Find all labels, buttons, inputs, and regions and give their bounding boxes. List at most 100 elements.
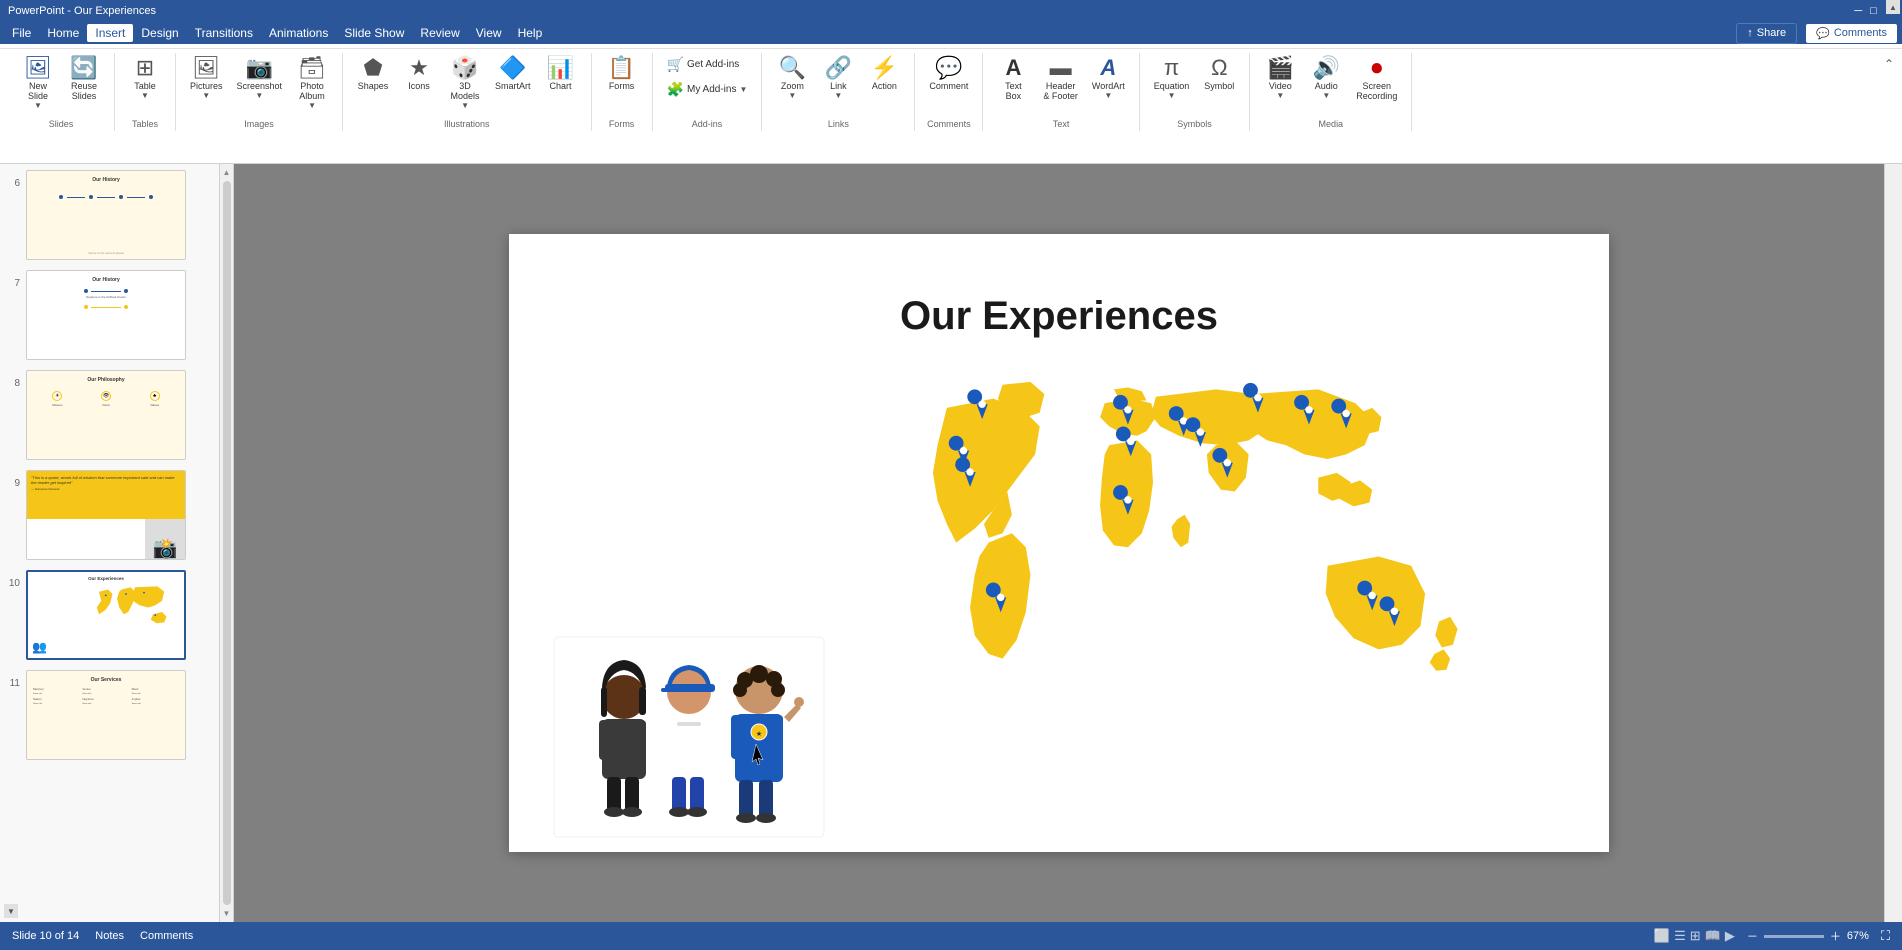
scroll-down-button[interactable]: ▼ bbox=[4, 904, 18, 918]
photo-album-dropdown[interactable]: ▼ bbox=[308, 101, 316, 110]
link-button[interactable]: 🔗 Link ▼ bbox=[816, 53, 860, 104]
text-box-button[interactable]: A TextBox bbox=[991, 53, 1035, 105]
ribbon-collapse[interactable]: ⌃ bbox=[1884, 53, 1894, 71]
forms-group-label: Forms bbox=[609, 119, 635, 129]
screenshot-button[interactable]: 📷 Screenshot ▼ bbox=[231, 53, 289, 104]
my-addins-dropdown[interactable]: ▼ bbox=[739, 85, 747, 94]
shapes-button[interactable]: ⬟ Shapes bbox=[351, 53, 395, 95]
tables-group-label: Tables bbox=[132, 119, 158, 129]
zoom-button[interactable]: 🔍 Zoom ▼ bbox=[770, 53, 814, 104]
audio-button[interactable]: 🔊 Audio ▼ bbox=[1304, 53, 1348, 104]
table-button[interactable]: ⊞ Table ▼ bbox=[123, 53, 167, 104]
slide-thumb-6[interactable]: 6 Our History Venus is the second planet bbox=[4, 168, 215, 262]
my-addins-button[interactable]: 🧩 My Add-ins ▼ bbox=[661, 78, 754, 101]
ribbon-group-illustrations: ⬟ Shapes ★ Icons 🎲 3DModels ▼ 🔷 SmartArt bbox=[343, 53, 592, 131]
slide-thumb-9[interactable]: 9 "This is a quote, words full of wisdom… bbox=[4, 468, 215, 562]
slide-panel-scrollbar[interactable]: ▲ ▼ bbox=[220, 164, 234, 922]
pictures-dropdown[interactable]: ▼ bbox=[202, 91, 210, 100]
slide-8-thumbnail: Our Philosophy ☀ Mission 👁 Vision ♣ Val bbox=[26, 370, 186, 460]
slide-title: Our Experiences bbox=[509, 294, 1609, 339]
notes-button[interactable]: Notes bbox=[95, 930, 124, 942]
3d-models-dropdown[interactable]: ▼ bbox=[461, 101, 469, 110]
comments-status-button[interactable]: Comments bbox=[140, 930, 193, 942]
action-icon: ⚡ bbox=[871, 57, 898, 79]
new-slide-dropdown[interactable]: ▼ bbox=[34, 101, 42, 110]
menu-slideshow[interactable]: Slide Show bbox=[336, 24, 412, 42]
zoom-controls: － ＋ 67% bbox=[1747, 928, 1869, 944]
photo-album-button[interactable]: 🗃 PhotoAlbum ▼ bbox=[290, 53, 334, 114]
get-addins-icon: 🛒 bbox=[667, 56, 684, 73]
reading-view-button[interactable]: 📖 bbox=[1705, 928, 1721, 944]
symbol-icon: Ω bbox=[1211, 57, 1227, 79]
menu-transitions[interactable]: Transitions bbox=[187, 24, 261, 42]
comments-group-label: Comments bbox=[927, 119, 971, 129]
zoom-in-button[interactable]: ＋ bbox=[1830, 928, 1841, 944]
wordart-button[interactable]: A WordArt ▼ bbox=[1086, 53, 1131, 104]
fit-to-window-button[interactable]: ⛶ bbox=[1881, 928, 1890, 944]
reuse-slides-button[interactable]: 🔄 ReuseSlides bbox=[62, 53, 106, 105]
link-dropdown[interactable]: ▼ bbox=[834, 91, 842, 100]
slide-show-button[interactable]: ▶ bbox=[1725, 928, 1735, 944]
zoom-dropdown[interactable]: ▼ bbox=[788, 91, 796, 100]
comments-button[interactable]: 💬 Comments bbox=[1805, 23, 1898, 44]
minimize-btn[interactable]: ─ bbox=[1854, 5, 1862, 18]
screen-recording-button[interactable]: ⏺ ScreenRecording bbox=[1350, 53, 1403, 105]
audio-dropdown[interactable]: ▼ bbox=[1322, 91, 1330, 100]
menu-file[interactable]: File bbox=[4, 24, 39, 42]
equation-button[interactable]: π Equation ▼ bbox=[1148, 53, 1196, 104]
menu-bar: File Home Insert Design Transitions Anim… bbox=[0, 22, 1902, 44]
menu-animations[interactable]: Animations bbox=[261, 24, 336, 42]
screenshot-dropdown[interactable]: ▼ bbox=[255, 91, 263, 100]
ribbon-content: 🖼 NewSlide ▼ 🔄 ReuseSlides Slides ⊞ Tabl… bbox=[0, 48, 1902, 135]
zoom-slider[interactable] bbox=[1764, 935, 1824, 938]
new-slide-button[interactable]: 🖼 NewSlide ▼ bbox=[16, 53, 60, 114]
slide-thumb-8[interactable]: 8 Our Philosophy ☀ Mission 👁 Vision bbox=[4, 368, 215, 462]
wordart-dropdown[interactable]: ▼ bbox=[1104, 91, 1112, 100]
slide-thumb-7[interactable]: 7 Our History Neptune is the farthest kn… bbox=[4, 268, 215, 362]
audio-icon: 🔊 bbox=[1313, 57, 1340, 79]
ribbon-group-images: 🖼 Pictures ▼ 📷 Screenshot ▼ 🗃 PhotoAlbum… bbox=[176, 53, 343, 131]
slide-thumb-11[interactable]: 11 Our Services MercurySome info VenusSo… bbox=[4, 668, 215, 762]
illustrations-group-label: Illustrations bbox=[444, 119, 490, 129]
menu-home[interactable]: Home bbox=[39, 24, 87, 42]
menu-help[interactable]: Help bbox=[510, 24, 551, 42]
normal-view-button[interactable]: ⬜ bbox=[1654, 928, 1670, 944]
action-button[interactable]: ⚡ Action bbox=[862, 53, 906, 95]
status-right: ⬜ ☰ ⊞ 📖 ▶ － ＋ 67% ⛶ bbox=[1654, 928, 1890, 944]
pictures-button[interactable]: 🖼 Pictures ▼ bbox=[184, 53, 229, 104]
menu-review[interactable]: Review bbox=[412, 24, 467, 42]
share-icon: ↑ bbox=[1747, 27, 1753, 39]
chart-button[interactable]: 📊 Chart bbox=[539, 53, 583, 95]
screen-recording-icon: ⏺ bbox=[1371, 57, 1382, 79]
3d-models-button[interactable]: 🎲 3DModels ▼ bbox=[443, 53, 487, 114]
slide-7-thumbnail: Our History Neptune is the farthest know… bbox=[26, 270, 186, 360]
ribbon-group-addins: 🛒 Get Add-ins 🧩 My Add-ins ▼ Add-ins bbox=[653, 53, 763, 131]
smartart-button[interactable]: 🔷 SmartArt bbox=[489, 53, 537, 95]
get-addins-button[interactable]: 🛒 Get Add-ins bbox=[661, 53, 746, 76]
equation-dropdown[interactable]: ▼ bbox=[1168, 91, 1176, 100]
video-dropdown[interactable]: ▼ bbox=[1276, 91, 1284, 100]
video-button[interactable]: 🎬 Video ▼ bbox=[1258, 53, 1302, 104]
outline-view-button[interactable]: ☰ bbox=[1674, 928, 1686, 944]
app-title: PowerPoint - Our Experiences bbox=[8, 5, 156, 17]
zoom-level: 67% bbox=[1847, 930, 1869, 942]
zoom-out-button[interactable]: － bbox=[1747, 928, 1758, 944]
menu-design[interactable]: Design bbox=[133, 24, 186, 42]
table-dropdown[interactable]: ▼ bbox=[141, 91, 149, 100]
menu-view[interactable]: View bbox=[468, 24, 510, 42]
comment-button[interactable]: 💬 Comment bbox=[923, 53, 974, 95]
menu-insert[interactable]: Insert bbox=[87, 24, 133, 42]
share-button[interactable]: ↑ Share bbox=[1736, 23, 1797, 44]
slide-thumb-10[interactable]: 10 Our Experiences bbox=[4, 568, 215, 662]
forms-button[interactable]: 📋 Forms bbox=[600, 53, 644, 95]
icons-button[interactable]: ★ Icons bbox=[397, 53, 441, 95]
slide-canvas[interactable]: Our Experiences bbox=[509, 234, 1609, 852]
link-icon: 🔗 bbox=[825, 57, 852, 79]
text-box-icon: A bbox=[1005, 57, 1021, 79]
comments-icon: 💬 bbox=[1816, 27, 1830, 40]
header-footer-button[interactable]: ▬ Header& Footer bbox=[1037, 53, 1084, 105]
right-panel bbox=[1884, 164, 1902, 922]
slide-sorter-button[interactable]: ⊞ bbox=[1690, 928, 1701, 944]
symbol-button[interactable]: Ω Symbol bbox=[1197, 53, 1241, 95]
maximize-btn[interactable]: □ bbox=[1870, 5, 1877, 18]
